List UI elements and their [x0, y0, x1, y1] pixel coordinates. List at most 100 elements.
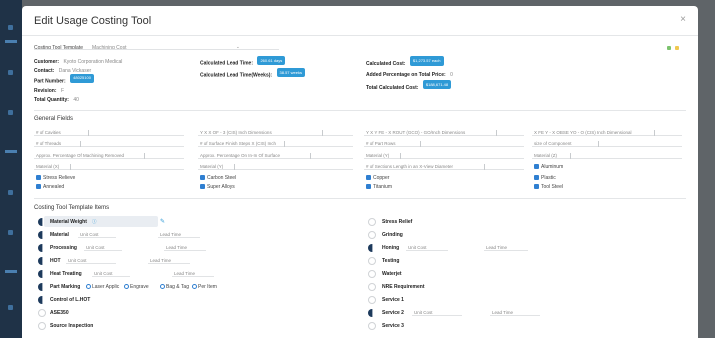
general-check[interactable]: Stress Relieve — [36, 175, 75, 181]
general-field-input[interactable] — [364, 140, 524, 147]
sidebar-icon[interactable] — [8, 190, 13, 195]
template-items-title: Costing Tool Template Items — [34, 205, 110, 211]
general-field-input[interactable] — [198, 152, 353, 159]
general-field-input[interactable] — [364, 163, 524, 170]
sidebar-icon[interactable] — [5, 40, 17, 43]
lead-time-underline — [164, 244, 206, 251]
general-check[interactable]: Super Alloys — [200, 184, 235, 190]
general-check[interactable]: Titanium — [366, 184, 392, 190]
stepper-divider — [284, 141, 285, 147]
template-select-underline — [34, 43, 279, 50]
general-check[interactable]: Carbon Steel — [200, 175, 236, 181]
toggle-switch[interactable] — [38, 322, 46, 330]
general-field-input[interactable] — [34, 163, 184, 170]
added-percentage-value: 0 — [450, 72, 453, 79]
general-field-input[interactable] — [34, 140, 184, 147]
item-label: Material Weight — [50, 219, 87, 225]
sidebar-icon[interactable] — [8, 305, 13, 310]
app-sidebar — [0, 0, 22, 338]
toggle-switch[interactable] — [368, 244, 373, 252]
radio-option[interactable]: Per Item — [192, 284, 217, 290]
refresh-icon[interactable] — [675, 46, 679, 50]
sidebar-icon[interactable] — [8, 230, 13, 235]
contact-value: Dana Vickaser — [58, 68, 92, 75]
general-field-input[interactable] — [198, 129, 353, 136]
item-label: Heat Treating — [50, 271, 82, 277]
stepper-divider — [322, 130, 323, 136]
toggle-switch[interactable] — [368, 309, 373, 317]
checkbox-checked-icon[interactable] — [534, 164, 539, 170]
radio-option[interactable]: Engrave — [124, 284, 149, 290]
general-field-input[interactable] — [198, 163, 353, 170]
chevron-down-icon[interactable]: ⌄ — [236, 44, 240, 50]
checkbox-checked-icon[interactable] — [36, 175, 41, 181]
toggle-switch[interactable] — [38, 309, 46, 317]
part-number-badge: 48025100 — [70, 74, 94, 83]
general-check-aluminum[interactable]: Aluminum — [534, 164, 563, 170]
toggle-switch[interactable] — [368, 218, 376, 226]
general-check[interactable]: Tool Steel — [534, 184, 563, 190]
radio-option[interactable]: Laser Applic — [86, 284, 119, 290]
sidebar-icon[interactable] — [8, 110, 13, 115]
toggle-switch[interactable] — [368, 257, 376, 265]
general-field-input[interactable] — [532, 129, 682, 136]
item-label: Service 1 — [382, 297, 404, 303]
item-label: Material — [50, 232, 69, 238]
checkbox-checked-icon[interactable] — [534, 175, 539, 181]
toggle-switch[interactable] — [368, 231, 376, 239]
radio-icon[interactable] — [86, 284, 91, 290]
toggle-switch[interactable] — [38, 231, 43, 239]
close-icon[interactable]: × — [680, 14, 686, 25]
sidebar-icon[interactable] — [5, 150, 17, 153]
edit-icon[interactable]: ✎ — [160, 218, 165, 225]
checkbox-checked-icon[interactable] — [200, 184, 205, 190]
toggle-switch[interactable] — [368, 270, 376, 278]
lead-time-label: Calculated Lead Time: — [200, 60, 253, 67]
toggle-switch[interactable] — [38, 270, 43, 278]
general-field-input[interactable] — [364, 129, 524, 136]
radio-icon[interactable] — [124, 284, 129, 290]
stepper-divider — [80, 141, 81, 147]
general-check[interactable]: Annealed — [36, 184, 64, 190]
checkbox-checked-icon[interactable] — [36, 184, 41, 190]
item-label: Testing — [382, 258, 400, 264]
toggle-switch[interactable] — [368, 322, 376, 330]
toggle-switch[interactable] — [38, 244, 43, 252]
radio-label: Per Item — [198, 284, 217, 290]
edit-usage-modal: Edit Usage Costing Tool × Costing Tool T… — [22, 6, 698, 338]
general-field-input[interactable] — [364, 152, 524, 159]
summary-left: Customer: Kyoto Corporation Medical Cont… — [34, 56, 122, 103]
radio-icon[interactable] — [160, 284, 165, 290]
sidebar-icon[interactable] — [5, 270, 17, 273]
sidebar-icon[interactable] — [8, 25, 13, 30]
stepper-divider — [654, 130, 655, 136]
toggle-switch[interactable] — [38, 283, 43, 291]
item-label: Service 2 — [382, 310, 404, 316]
checkbox-checked-icon[interactable] — [366, 184, 371, 190]
toggle-switch[interactable] — [368, 296, 376, 304]
check-label: Tool Steel — [541, 184, 563, 190]
general-field-input[interactable] — [198, 140, 353, 147]
toggle-switch[interactable] — [38, 257, 43, 265]
toggle-switch[interactable] — [38, 296, 43, 304]
toggle-switch[interactable] — [368, 283, 376, 291]
radio-option[interactable]: Bag & Tag — [160, 284, 189, 290]
item-label: NRE Requirement — [382, 284, 425, 290]
info-icon[interactable]: ⓘ — [92, 219, 97, 225]
radio-icon[interactable] — [192, 284, 197, 290]
general-field-input[interactable] — [34, 152, 184, 159]
checkbox-checked-icon[interactable] — [534, 184, 539, 190]
divider — [34, 110, 686, 111]
total-calculated-cost-label: Total Calculated Cost: — [366, 84, 419, 91]
total-calculated-cost-badge: $188,671.48 — [422, 79, 452, 90]
checkbox-checked-icon[interactable] — [200, 175, 205, 181]
general-field-input[interactable] — [34, 129, 184, 136]
save-icon[interactable] — [667, 46, 671, 50]
general-field-input[interactable] — [532, 140, 682, 147]
general-check[interactable]: Copper — [366, 175, 389, 181]
checkbox-checked-icon[interactable] — [366, 175, 371, 181]
sidebar-icon[interactable] — [8, 70, 13, 75]
general-field-input[interactable] — [532, 152, 682, 159]
general-check[interactable]: Plastic — [534, 175, 556, 181]
item-label: Part Marking — [50, 284, 81, 290]
